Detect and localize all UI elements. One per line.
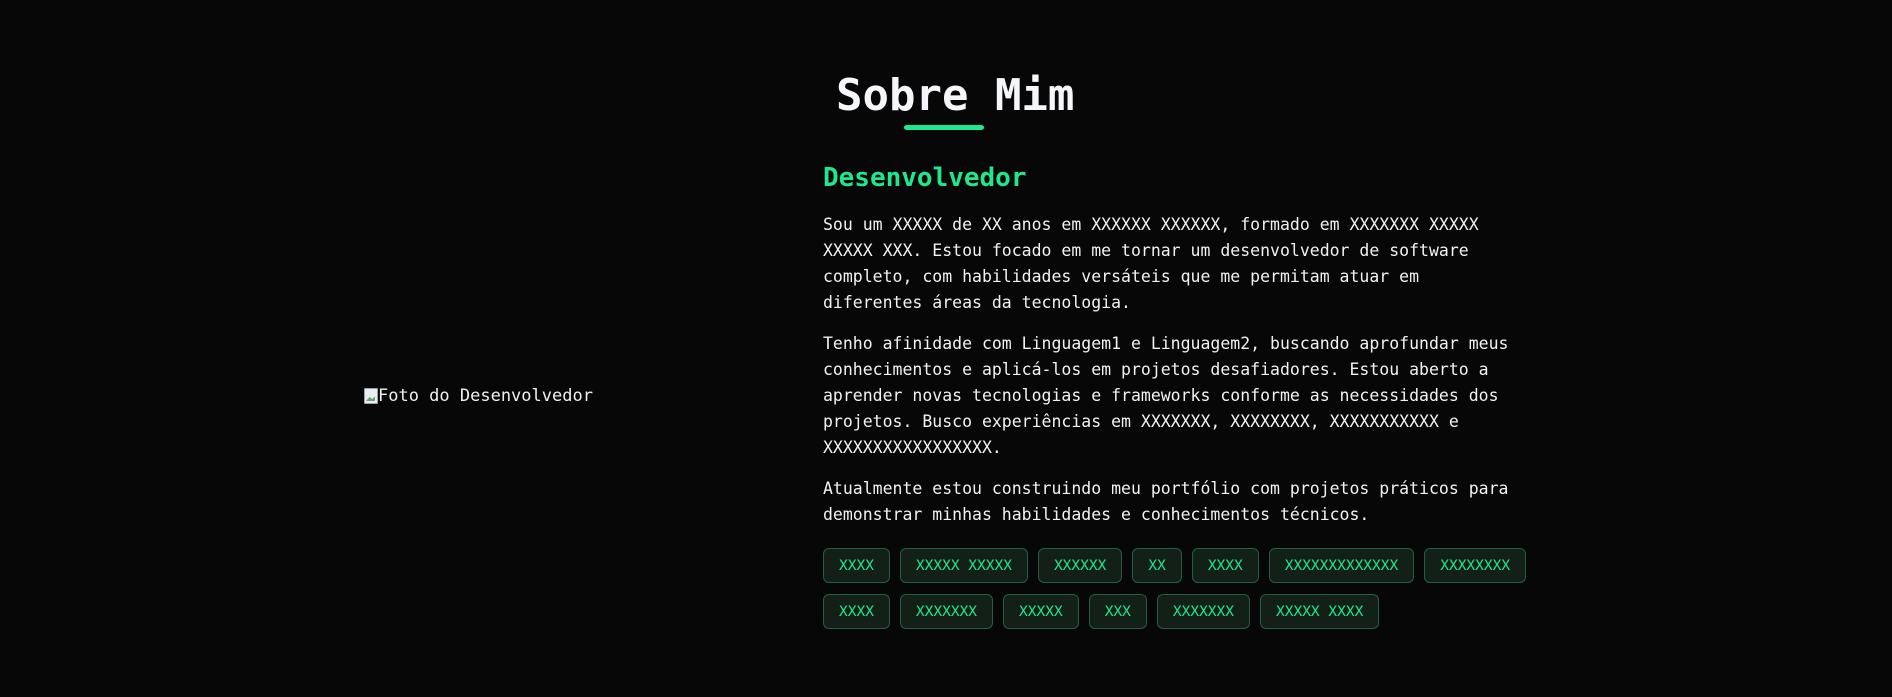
skill-tag: XXXXXXXX xyxy=(1424,548,1527,583)
developer-photo: Foto do Desenvolvedor xyxy=(364,385,593,407)
about-section: Sobre Mim Foto do Desenvolvedor Desenvol… xyxy=(0,0,1892,697)
skill-tag: XXXXXXX xyxy=(899,594,994,629)
about-paragraph-2: Tenho afinidade com Linguagem1 e Linguag… xyxy=(823,334,1509,457)
section-title: Sobre Mim xyxy=(836,70,1075,121)
skill-tag: XXXXX XXXXX xyxy=(899,548,1028,583)
skill-tag: XXXXX xyxy=(1003,594,1079,629)
skill-tag: XXXXXX xyxy=(1037,548,1123,583)
skill-tag: XXX xyxy=(1088,594,1147,629)
title-underline xyxy=(904,125,984,130)
skill-tag: XXXX xyxy=(823,548,890,583)
skill-tag: XXXXX XXXX xyxy=(1260,594,1380,629)
about-content: Desenvolvedor Sou um XXXXX de XX anos em… xyxy=(823,160,1527,629)
skill-tag: XX xyxy=(1132,548,1182,583)
skill-tag: XXXXXXXXXXXXX xyxy=(1268,548,1415,583)
broken-image-icon xyxy=(364,388,378,404)
skill-tag: XXXX xyxy=(1191,548,1259,583)
about-paragraph-1: Sou um XXXXX de XX anos em XXXXXX XXXXXX… xyxy=(823,215,1479,312)
photo-alt-text: Foto do Desenvolvedor xyxy=(378,386,593,406)
skill-tag: XXXX xyxy=(823,594,890,629)
role-subtitle: Desenvolvedor xyxy=(823,163,1027,193)
skills-tags: XXXX XXXXX XXXXX XXXXXX XX XXXX XXXXXXXX… xyxy=(823,548,1543,629)
about-paragraph-3: Atualmente estou construindo meu portfól… xyxy=(823,479,1509,524)
skill-tag: XXXXXXX xyxy=(1156,594,1250,629)
